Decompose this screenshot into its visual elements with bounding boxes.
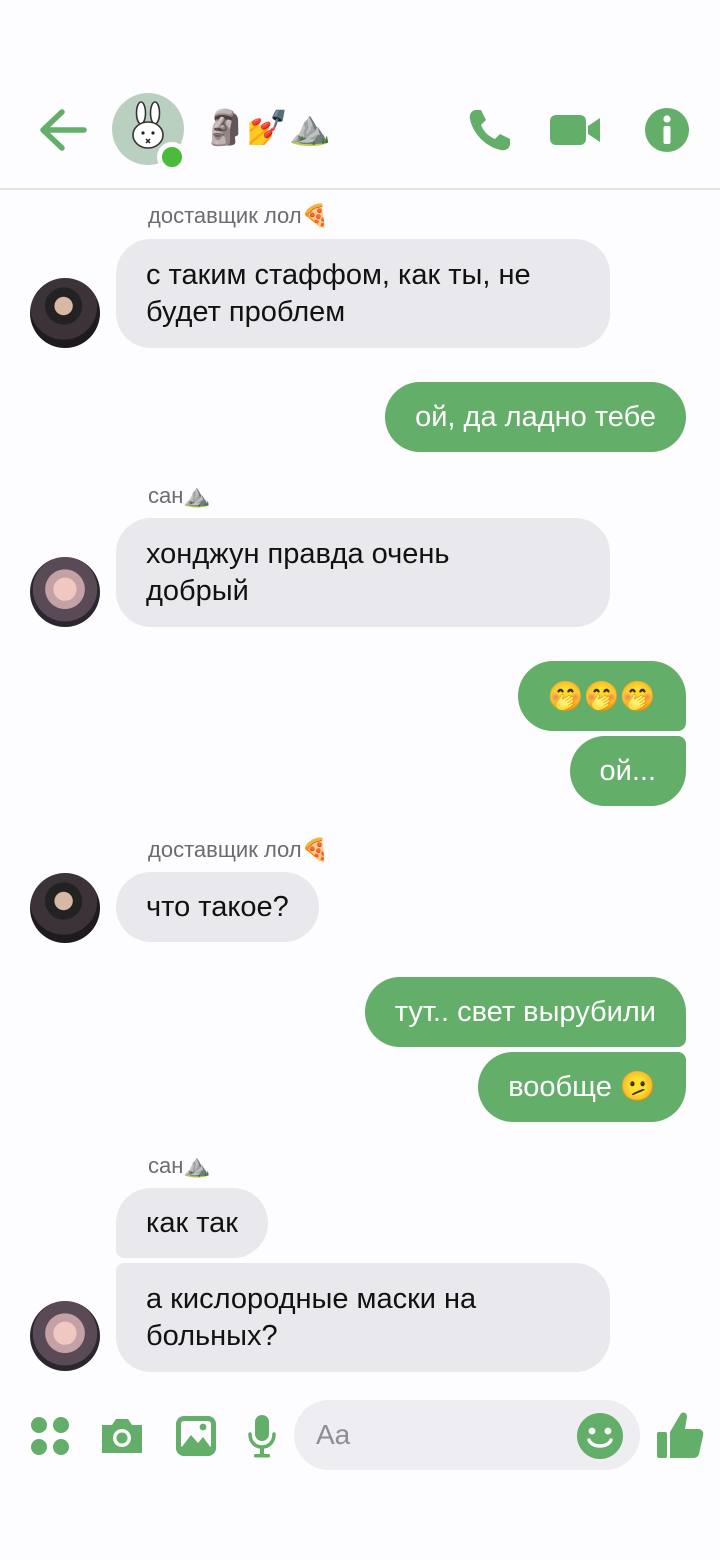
back-arrow-icon[interactable] [38,108,88,152]
microphone-icon[interactable] [248,1414,276,1458]
avatar[interactable] [30,1301,100,1371]
message-bubble[interactable]: как так [116,1188,268,1258]
message-line: что такое? [146,890,289,923]
sender-name: сан⛰️ [148,1153,211,1178]
video-camera-icon[interactable] [548,106,602,154]
camera-icon[interactable] [98,1416,146,1456]
emoji-icon[interactable] [576,1412,624,1460]
chat-header: 🗿💅⛰️ [0,0,720,190]
sender-name: доставщик лол🍕 [148,837,330,862]
message-input[interactable]: Aa [294,1400,640,1470]
message-line: ой... [599,754,657,787]
avatar[interactable] [30,557,100,627]
message-bubble[interactable]: вообще 🫤 [478,1052,686,1122]
avatar[interactable] [30,278,100,348]
message-line: а кислородные маски на [146,1282,477,1315]
message-bubble[interactable]: 🤭🤭🤭 [517,661,686,731]
sender-name: сан⛰️ [148,483,211,508]
message-line: тут.. свет вырубили [394,995,656,1028]
avatar[interactable] [30,873,100,943]
message-line: добрый [146,574,249,607]
thumbs-up-icon[interactable] [656,1410,704,1460]
message-line: хонджун правда очень [146,537,450,570]
message-line: как так [146,1206,238,1239]
message-bubble[interactable]: ой, да ладно тебе [385,382,686,452]
online-status-indicator [157,142,187,172]
apps-grid-icon[interactable] [30,1416,70,1456]
message-input-placeholder: Aa [316,1419,351,1450]
message-bubble[interactable]: тут.. свет вырубили [364,977,686,1047]
message-line: с таким стаффом, как ты, не [146,258,531,291]
composer-bar: Aa [0,1398,720,1478]
message-line: 🤭🤭🤭 [547,678,656,713]
message-line: будет проблем [146,295,346,328]
message-line: больных? [146,1319,278,1352]
message-bubble[interactable]: хонджун правда очень добрый [116,518,610,627]
sender-name: доставщик лол🍕 [148,203,330,228]
message-bubble[interactable]: а кислородные маски на больных? [116,1263,610,1372]
info-icon[interactable] [644,107,690,153]
phone-icon[interactable] [466,106,514,154]
message-bubble[interactable]: что такое? [116,872,319,942]
gallery-icon[interactable] [175,1415,217,1457]
message-bubble[interactable]: с таким стаффом, как ты, не будет проблем [116,239,610,348]
message-line: ой, да ладно тебе [415,400,656,433]
chat-title[interactable]: 🗿💅⛰️ [204,104,331,152]
message-line: вообще 🫤 [508,1070,656,1103]
message-bubble[interactable]: ой... [569,736,686,806]
